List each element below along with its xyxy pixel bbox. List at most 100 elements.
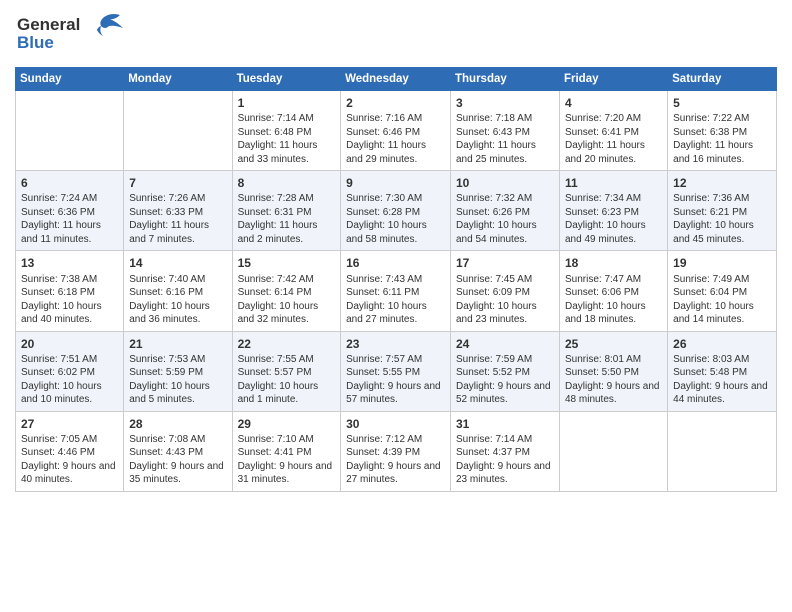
day-number: 6	[21, 175, 118, 191]
calendar-cell: 20Sunrise: 7:51 AM Sunset: 6:02 PM Dayli…	[16, 331, 124, 411]
day-number: 3	[456, 95, 554, 111]
calendar-cell: 11Sunrise: 7:34 AM Sunset: 6:23 PM Dayli…	[559, 171, 667, 251]
day-info: Sunrise: 7:43 AM Sunset: 6:11 PM Dayligh…	[346, 273, 445, 327]
calendar-cell: 18 Sunrise: 7:47 AM Sunset: 6:06 PM Dayli…	[559, 251, 667, 331]
day-info: Sunrise: 7:10 AM Sunset: 4:41 PM Dayligh…	[238, 433, 336, 487]
calendar-cell: 5Sunrise: 7:22 AM Sunset: 6:38 PM Daylig…	[668, 91, 777, 171]
day-info: Sunrise: 7:47 AM Sunset: 6:06 PM Dayligh…	[565, 273, 662, 327]
day-info: Sunrise: 7:30 AM Sunset: 6:28 PM Dayligh…	[346, 192, 445, 246]
day-info: Sunrise: 7:26 AM Sunset: 6:33 PM Dayligh…	[129, 192, 226, 246]
calendar-cell: 14Sunrise: 7:40 AM Sunset: 6:16 PM Dayli…	[124, 251, 232, 331]
calendar-cell: 13 Sunrise: 7:38 AM Sunset: 6:18 PM Dayli…	[16, 251, 124, 331]
day-info: Sunrise: 7:57 AM Sunset: 5:55 PM Dayligh…	[346, 353, 445, 407]
calendar-cell	[124, 91, 232, 171]
calendar-table: SundayMondayTuesdayWednesdayThursdayFrid…	[15, 67, 777, 492]
calendar-cell: 25Sunrise: 8:01 AM Sunset: 5:50 PM Dayli…	[559, 331, 667, 411]
day-number: 28	[129, 416, 226, 432]
calendar-cell: 28Sunrise: 7:08 AM Sunset: 4:43 PM Dayli…	[124, 411, 232, 491]
calendar-cell: 16 Sunrise: 7:43 AM Sunset: 6:11 PM Dayli…	[341, 251, 451, 331]
day-number: 22	[238, 336, 336, 352]
calendar-cell: 2Sunrise: 7:16 AM Sunset: 6:46 PM Daylig…	[341, 91, 451, 171]
day-info: Sunrise: 7:24 AM Sunset: 6:36 PM Dayligh…	[21, 192, 118, 246]
week-row-1: 1Sunrise: 7:14 AM Sunset: 6:48 PM Daylig…	[16, 91, 777, 171]
day-number: 9	[346, 175, 445, 191]
day-info: Sunrise: 7:53 AM Sunset: 5:59 PM Dayligh…	[129, 353, 226, 407]
day-info: Sunrise: 7:49 AM Sunset: 6:04 PM Dayligh…	[673, 273, 771, 327]
weekday-header-thursday: Thursday	[451, 68, 560, 91]
day-info: Sunrise: 7:12 AM Sunset: 4:39 PM Dayligh…	[346, 433, 445, 487]
week-row-4: 20Sunrise: 7:51 AM Sunset: 6:02 PM Dayli…	[16, 331, 777, 411]
logo: General Blue	[15, 10, 125, 59]
header: General Blue	[15, 10, 777, 59]
calendar-cell: 30Sunrise: 7:12 AM Sunset: 4:39 PM Dayli…	[341, 411, 451, 491]
calendar-cell: 7Sunrise: 7:26 AM Sunset: 6:33 PM Daylig…	[124, 171, 232, 251]
day-number: 5	[673, 95, 771, 111]
day-info: Sunrise: 8:03 AM Sunset: 5:48 PM Dayligh…	[673, 353, 771, 407]
calendar-cell: 9Sunrise: 7:30 AM Sunset: 6:28 PM Daylig…	[341, 171, 451, 251]
day-info: Sunrise: 7:32 AM Sunset: 6:26 PM Dayligh…	[456, 192, 554, 246]
day-number: 11	[565, 175, 662, 191]
calendar-cell: 15 Sunrise: 7:42 AM Sunset: 6:14 PM Dayli…	[232, 251, 341, 331]
day-info: Sunrise: 7:28 AM Sunset: 6:31 PM Dayligh…	[238, 192, 336, 246]
week-row-5: 27Sunrise: 7:05 AM Sunset: 4:46 PM Dayli…	[16, 411, 777, 491]
weekday-header-sunday: Sunday	[16, 68, 124, 91]
calendar-cell: 24Sunrise: 7:59 AM Sunset: 5:52 PM Dayli…	[451, 331, 560, 411]
calendar-cell: 29Sunrise: 7:10 AM Sunset: 4:41 PM Dayli…	[232, 411, 341, 491]
svg-text:General: General	[17, 15, 80, 34]
day-number: 25	[565, 336, 662, 352]
day-info: Sunrise: 7:20 AM Sunset: 6:41 PM Dayligh…	[565, 112, 662, 166]
day-number: 2	[346, 95, 445, 111]
day-number: 12	[673, 175, 771, 191]
day-number: 23	[346, 336, 445, 352]
day-number: 27	[21, 416, 118, 432]
weekday-header-tuesday: Tuesday	[232, 68, 341, 91]
day-number: 15	[238, 255, 336, 271]
page-container: General Blue SundayMondayTuesdayWednesda…	[0, 0, 792, 497]
week-row-3: 13 Sunrise: 7:38 AM Sunset: 6:18 PM Dayli…	[16, 251, 777, 331]
day-number: 8	[238, 175, 336, 191]
weekday-header-row: SundayMondayTuesdayWednesdayThursdayFrid…	[16, 68, 777, 91]
weekday-header-saturday: Saturday	[668, 68, 777, 91]
day-number: 7	[129, 175, 226, 191]
calendar-cell: 6Sunrise: 7:24 AM Sunset: 6:36 PM Daylig…	[16, 171, 124, 251]
day-number: 30	[346, 416, 445, 432]
calendar-cell: 26Sunrise: 8:03 AM Sunset: 5:48 PM Dayli…	[668, 331, 777, 411]
day-info: Sunrise: 7:42 AM Sunset: 6:14 PM Dayligh…	[238, 273, 336, 327]
calendar-cell: 31Sunrise: 7:14 AM Sunset: 4:37 PM Dayli…	[451, 411, 560, 491]
weekday-header-friday: Friday	[559, 68, 667, 91]
day-info: Sunrise: 7:55 AM Sunset: 5:57 PM Dayligh…	[238, 353, 336, 407]
day-number: 31	[456, 416, 554, 432]
day-info: Sunrise: 7:16 AM Sunset: 6:46 PM Dayligh…	[346, 112, 445, 166]
day-info: Sunrise: 7:14 AM Sunset: 6:48 PM Dayligh…	[238, 112, 336, 166]
day-number: 4	[565, 95, 662, 111]
day-info: Sunrise: 7:34 AM Sunset: 6:23 PM Dayligh…	[565, 192, 662, 246]
svg-text:Blue: Blue	[17, 33, 54, 52]
calendar-cell	[668, 411, 777, 491]
calendar-cell: 27Sunrise: 7:05 AM Sunset: 4:46 PM Dayli…	[16, 411, 124, 491]
day-info: Sunrise: 7:45 AM Sunset: 6:09 PM Dayligh…	[456, 273, 554, 327]
day-number: 16	[346, 255, 445, 271]
day-info: Sunrise: 7:18 AM Sunset: 6:43 PM Dayligh…	[456, 112, 554, 166]
day-number: 20	[21, 336, 118, 352]
calendar-cell: 3Sunrise: 7:18 AM Sunset: 6:43 PM Daylig…	[451, 91, 560, 171]
day-number: 21	[129, 336, 226, 352]
calendar-cell	[16, 91, 124, 171]
week-row-2: 6Sunrise: 7:24 AM Sunset: 6:36 PM Daylig…	[16, 171, 777, 251]
weekday-header-monday: Monday	[124, 68, 232, 91]
day-info: Sunrise: 7:36 AM Sunset: 6:21 PM Dayligh…	[673, 192, 771, 246]
day-info: Sunrise: 7:22 AM Sunset: 6:38 PM Dayligh…	[673, 112, 771, 166]
day-number: 26	[673, 336, 771, 352]
day-info: Sunrise: 7:14 AM Sunset: 4:37 PM Dayligh…	[456, 433, 554, 487]
logo-text: General Blue	[15, 10, 125, 59]
day-number: 10	[456, 175, 554, 191]
day-info: Sunrise: 7:08 AM Sunset: 4:43 PM Dayligh…	[129, 433, 226, 487]
day-info: Sunrise: 7:51 AM Sunset: 6:02 PM Dayligh…	[21, 353, 118, 407]
day-number: 24	[456, 336, 554, 352]
day-info: Sunrise: 7:38 AM Sunset: 6:18 PM Dayligh…	[21, 273, 118, 327]
calendar-cell	[559, 411, 667, 491]
day-number: 17	[456, 255, 554, 271]
day-number: 14	[129, 255, 226, 271]
calendar-cell: 1Sunrise: 7:14 AM Sunset: 6:48 PM Daylig…	[232, 91, 341, 171]
day-number: 18	[565, 255, 662, 271]
day-number: 13	[21, 255, 118, 271]
